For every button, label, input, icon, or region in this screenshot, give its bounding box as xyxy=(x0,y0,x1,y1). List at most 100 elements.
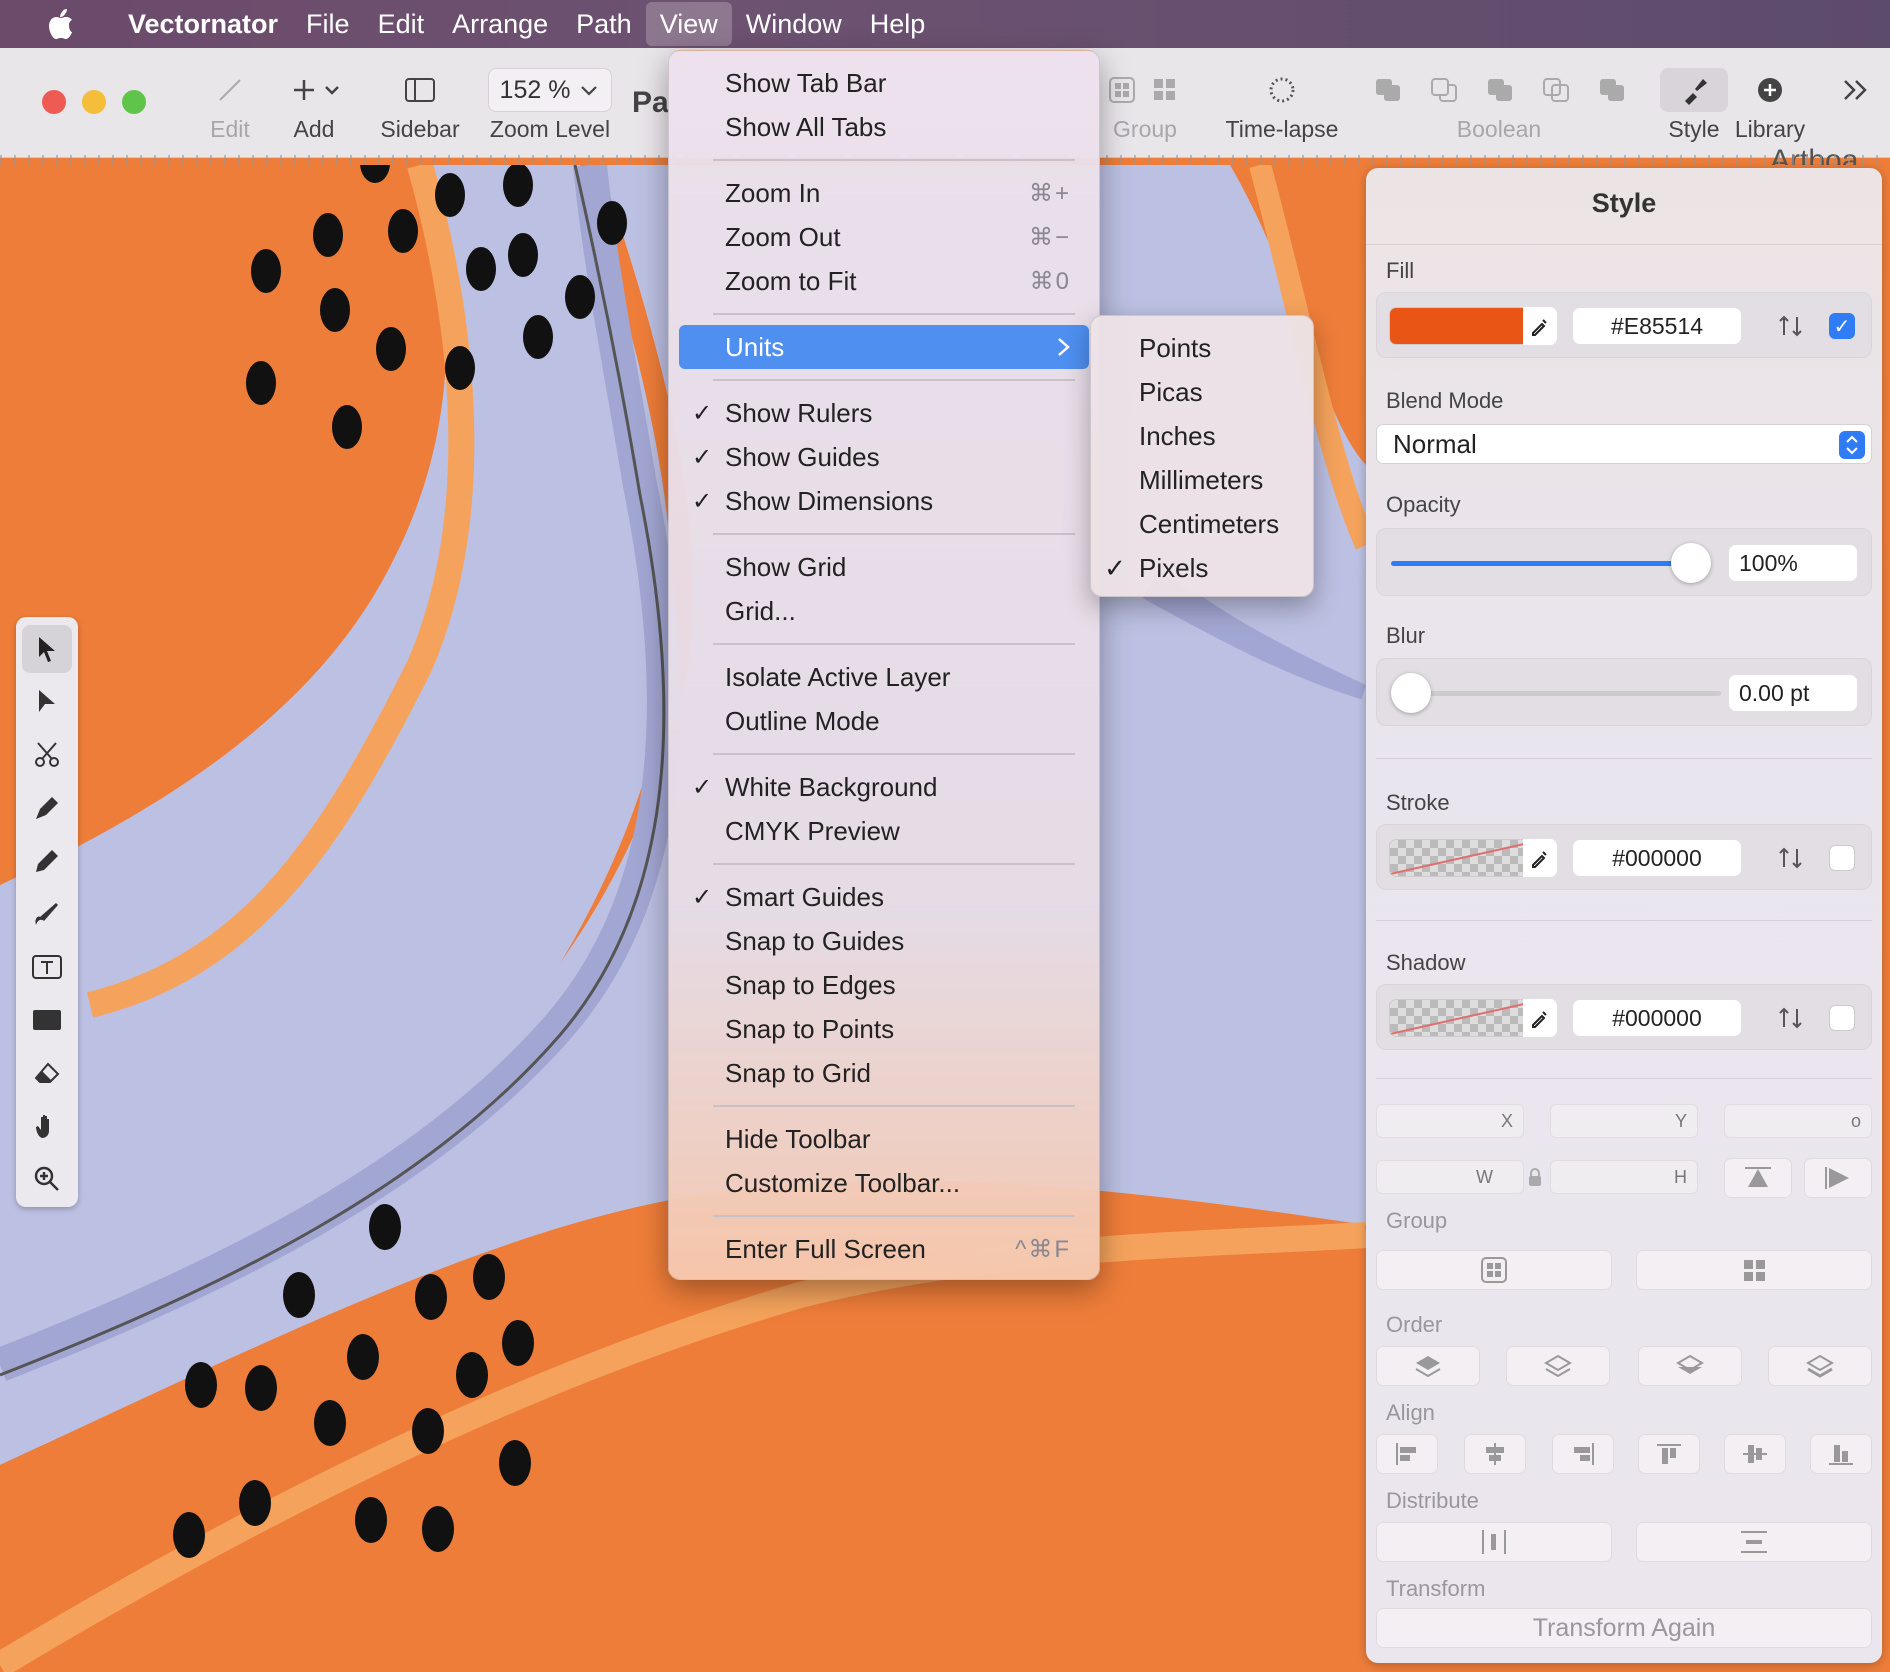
menu-path[interactable]: Path xyxy=(562,0,646,48)
stroke-enabled-checkbox[interactable] xyxy=(1829,845,1855,871)
boolean-buttons[interactable]: Boolean xyxy=(1368,68,1630,143)
menu-item-show-tab-bar[interactable]: Show Tab Bar xyxy=(679,61,1089,105)
unit-millimeters[interactable]: Millimeters xyxy=(1091,458,1315,502)
zoom-value-box[interactable]: 152 % xyxy=(488,68,612,112)
distribute-vertical-button[interactable] xyxy=(1636,1522,1872,1562)
menu-item-outline-mode[interactable]: Outline Mode xyxy=(679,699,1089,743)
align-bottom-button[interactable] xyxy=(1810,1434,1872,1474)
overflow-button[interactable] xyxy=(1836,68,1876,112)
menu-item-grid-settings[interactable]: Grid... xyxy=(679,589,1089,633)
menu-edit[interactable]: Edit xyxy=(364,0,439,48)
menu-app-name[interactable]: Vectornator xyxy=(114,0,292,48)
timelapse-button[interactable]: Time-lapse xyxy=(1222,68,1342,143)
menu-item-zoom-out[interactable]: Zoom Out ⌘− xyxy=(679,215,1089,259)
unit-picas[interactable]: Picas xyxy=(1091,370,1315,414)
selection-tool[interactable] xyxy=(22,625,72,673)
send-to-back-button[interactable] xyxy=(1768,1346,1872,1386)
add-button[interactable]: Add xyxy=(284,68,344,143)
menu-item-show-guides[interactable]: ✓ Show Guides xyxy=(679,435,1089,479)
align-center-h-button[interactable] xyxy=(1464,1434,1526,1474)
blur-slider-knob[interactable] xyxy=(1391,673,1431,713)
edit-button[interactable]: Edit xyxy=(200,68,260,143)
menu-arrange[interactable]: Arrange xyxy=(438,0,562,48)
menu-item-snap-edges[interactable]: Snap to Edges xyxy=(679,963,1089,1007)
rotation-field[interactable]: o xyxy=(1724,1104,1872,1138)
unit-inches[interactable]: Inches xyxy=(1091,414,1315,458)
eraser-tool[interactable] xyxy=(22,1049,72,1097)
menu-item-isolate-layer[interactable]: Isolate Active Layer xyxy=(679,655,1089,699)
library-tab-button[interactable]: Library xyxy=(1732,68,1808,143)
zoom-level-control[interactable]: 152 % Zoom Level xyxy=(488,68,612,143)
sidebar-button[interactable]: Sidebar xyxy=(378,68,462,143)
unit-points[interactable]: Points xyxy=(1091,326,1315,370)
apple-icon[interactable] xyxy=(36,0,84,48)
menu-item-snap-points[interactable]: Snap to Points xyxy=(679,1007,1089,1051)
x-field[interactable]: X xyxy=(1376,1104,1524,1138)
blend-mode-select[interactable]: Normal xyxy=(1376,424,1872,464)
align-right-button[interactable] xyxy=(1552,1434,1614,1474)
menu-item-cmyk-preview[interactable]: CMYK Preview xyxy=(679,809,1089,853)
text-tool[interactable] xyxy=(22,943,72,991)
hand-tool[interactable] xyxy=(22,1102,72,1150)
menu-item-show-all-tabs[interactable]: Show All Tabs xyxy=(679,105,1089,149)
swap-icon[interactable] xyxy=(1777,845,1805,876)
menu-view[interactable]: View xyxy=(645,2,732,46)
fill-hex-input[interactable]: #E85514 xyxy=(1573,308,1741,344)
menu-item-snap-guides[interactable]: Snap to Guides xyxy=(679,919,1089,963)
menu-item-units[interactable]: Units xyxy=(679,325,1089,369)
menu-item-zoom-in[interactable]: Zoom In ⌘+ xyxy=(679,171,1089,215)
blur-input[interactable]: 0.00 pt xyxy=(1729,675,1857,711)
close-window-button[interactable] xyxy=(42,90,66,114)
menu-item-show-rulers[interactable]: ✓ Show Rulers xyxy=(679,391,1089,435)
blur-slider-track[interactable] xyxy=(1391,691,1721,696)
swap-icon[interactable] xyxy=(1777,1005,1805,1036)
menu-window[interactable]: Window xyxy=(732,0,856,48)
bring-to-front-button[interactable] xyxy=(1376,1346,1480,1386)
menu-item-hide-toolbar[interactable]: Hide Toolbar xyxy=(679,1117,1089,1161)
menu-item-snap-grid[interactable]: Snap to Grid xyxy=(679,1051,1089,1095)
pen-tool[interactable] xyxy=(22,784,72,832)
unit-centimeters[interactable]: Centimeters xyxy=(1091,502,1315,546)
opacity-input[interactable]: 100% xyxy=(1729,545,1857,581)
menu-help[interactable]: Help xyxy=(856,0,940,48)
stroke-hex-input[interactable]: #000000 xyxy=(1573,840,1741,876)
menu-item-smart-guides[interactable]: ✓ Smart Guides xyxy=(679,875,1089,919)
zoom-window-button[interactable] xyxy=(122,90,146,114)
menu-item-full-screen[interactable]: Enter Full Screen ^⌘F xyxy=(679,1227,1089,1271)
zoom-tool[interactable] xyxy=(22,1155,72,1203)
align-left-button[interactable] xyxy=(1376,1434,1438,1474)
menu-item-show-dimensions[interactable]: ✓ Show Dimensions xyxy=(679,479,1089,523)
eyedropper-icon[interactable] xyxy=(1523,999,1557,1037)
menu-file[interactable]: File xyxy=(292,0,364,48)
scissors-tool[interactable] xyxy=(22,731,72,779)
opacity-slider-knob[interactable] xyxy=(1671,543,1711,583)
node-tool[interactable] xyxy=(22,678,72,726)
brush-tool[interactable] xyxy=(22,890,72,938)
eyedropper-icon[interactable] xyxy=(1523,839,1557,877)
minimize-window-button[interactable] xyxy=(82,90,106,114)
bring-forward-button[interactable] xyxy=(1506,1346,1610,1386)
height-field[interactable]: H xyxy=(1550,1160,1698,1194)
distribute-horizontal-button[interactable] xyxy=(1376,1522,1612,1562)
shadow-hex-input[interactable]: #000000 xyxy=(1573,1000,1741,1036)
align-top-button[interactable] xyxy=(1638,1434,1700,1474)
y-field[interactable]: Y xyxy=(1550,1104,1698,1138)
lock-icon[interactable] xyxy=(1526,1166,1544,1193)
group-objects-button[interactable] xyxy=(1376,1250,1612,1290)
flip-vertical-button[interactable] xyxy=(1724,1158,1792,1198)
shape-tool[interactable] xyxy=(22,996,72,1044)
ungroup-objects-button[interactable] xyxy=(1636,1250,1872,1290)
flip-horizontal-button[interactable] xyxy=(1804,1158,1872,1198)
menu-item-white-background[interactable]: ✓ White Background xyxy=(679,765,1089,809)
style-tab-button[interactable]: Style xyxy=(1660,68,1728,143)
opacity-slider-track[interactable] xyxy=(1391,561,1691,566)
group-button[interactable]: Group xyxy=(1104,68,1186,143)
pencil-tool[interactable] xyxy=(22,837,72,885)
swap-icon[interactable] xyxy=(1777,313,1805,344)
menu-item-zoom-to-fit[interactable]: Zoom to Fit ⌘0 xyxy=(679,259,1089,303)
eyedropper-icon[interactable] xyxy=(1523,307,1557,345)
transform-again-button[interactable]: Transform Again xyxy=(1376,1608,1872,1648)
align-middle-button[interactable] xyxy=(1724,1434,1786,1474)
unit-pixels[interactable]: ✓ Pixels xyxy=(1091,546,1315,590)
width-field[interactable]: W xyxy=(1376,1160,1524,1194)
